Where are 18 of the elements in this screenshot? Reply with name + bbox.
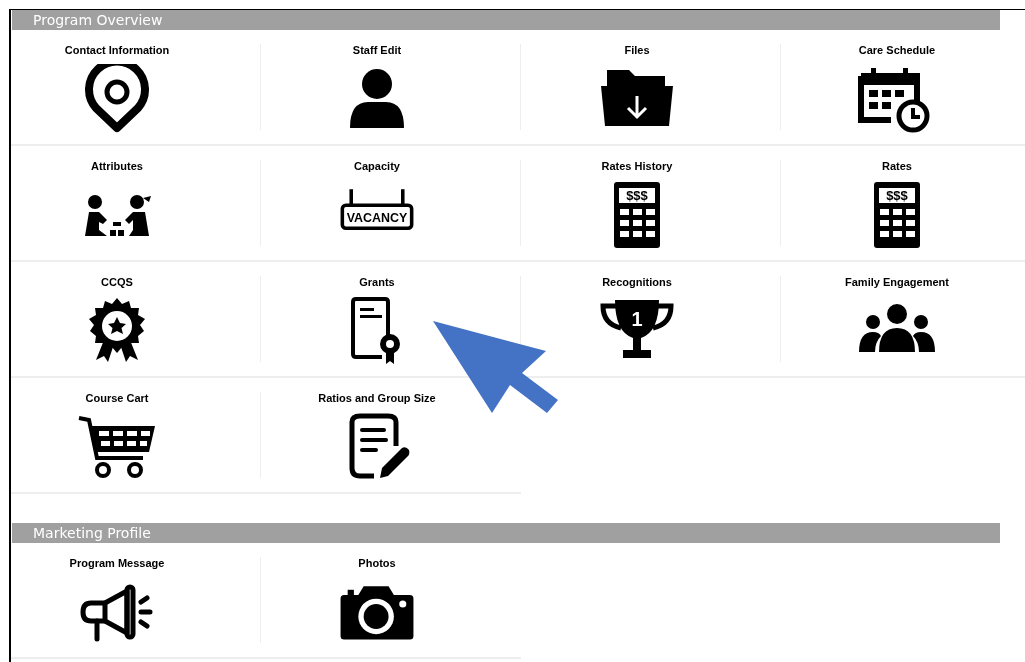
tile-label[interactable]: Files — [624, 44, 650, 56]
tile-label[interactable]: Photos — [358, 557, 396, 569]
tile-label[interactable]: Family Engagement — [845, 276, 949, 288]
tile-label[interactable]: Staff Edit — [352, 44, 402, 56]
tile-label[interactable]: CCQS — [101, 276, 133, 288]
tile-label[interactable]: Care Schedule — [858, 44, 936, 56]
tile-label[interactable]: Contact Information — [64, 44, 170, 56]
tile-label[interactable]: Program Message — [69, 557, 165, 569]
tile-label[interactable]: Grants — [359, 276, 395, 288]
tile-label[interactable]: Recognitions — [602, 276, 672, 288]
tile-label[interactable]: Rates — [882, 160, 912, 172]
section-header: Program Overview — [12, 10, 1000, 30]
tile-label[interactable]: Rates History — [601, 160, 673, 172]
tile-label[interactable]: Course Cart — [85, 392, 149, 404]
tile-label[interactable]: Attributes — [91, 160, 143, 172]
tile-label[interactable]: Ratios and Group Size — [318, 392, 436, 404]
tile-label[interactable]: Capacity — [354, 160, 400, 172]
section-header: Marketing Profile — [12, 523, 1000, 543]
